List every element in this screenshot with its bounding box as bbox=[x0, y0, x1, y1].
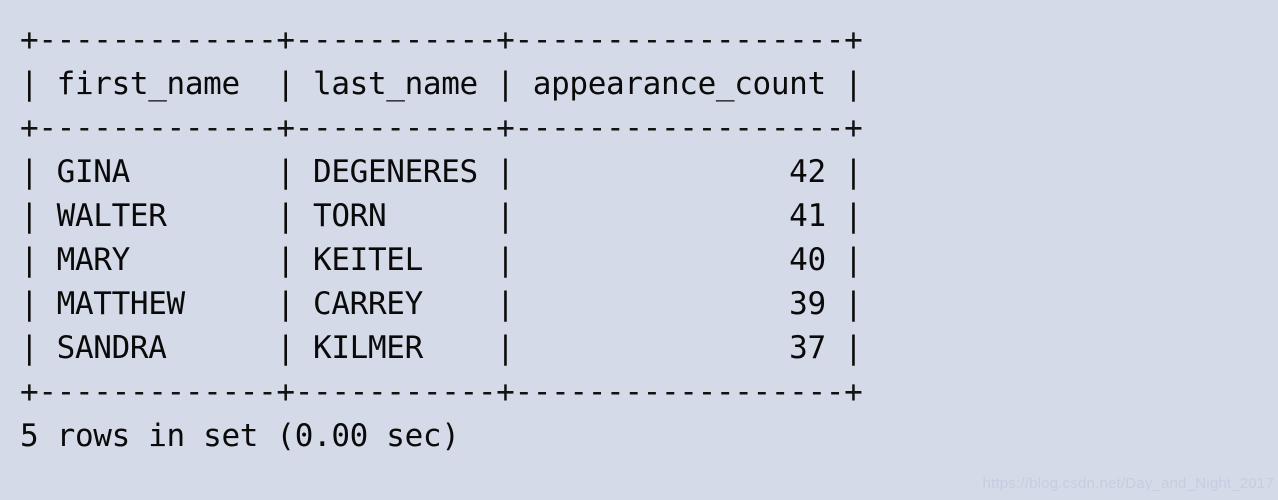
table-header-border: +-------------+-----------+-------------… bbox=[20, 110, 863, 146]
table-row: | SANDRA | KILMER | 37 | bbox=[20, 330, 863, 366]
table-header-row: | first_name | last_name | appearance_co… bbox=[20, 66, 863, 102]
watermark: https://blog.csdn.net/Day_and_Night_2017 bbox=[982, 475, 1274, 492]
query-status-line: 5 rows in set (0.00 sec) bbox=[20, 418, 460, 454]
table-row: | MARY | KEITEL | 40 | bbox=[20, 242, 863, 278]
table-row: | MATTHEW | CARREY | 39 | bbox=[20, 286, 863, 322]
terminal-output: +-------------+-----------+-------------… bbox=[20, 18, 1020, 458]
table-bottom-border: +-------------+-----------+-------------… bbox=[20, 374, 863, 410]
table-top-border: +-------------+-----------+-------------… bbox=[20, 22, 863, 58]
table-row: | WALTER | TORN | 41 | bbox=[20, 198, 863, 234]
table-row: | GINA | DEGENERES | 42 | bbox=[20, 154, 863, 190]
